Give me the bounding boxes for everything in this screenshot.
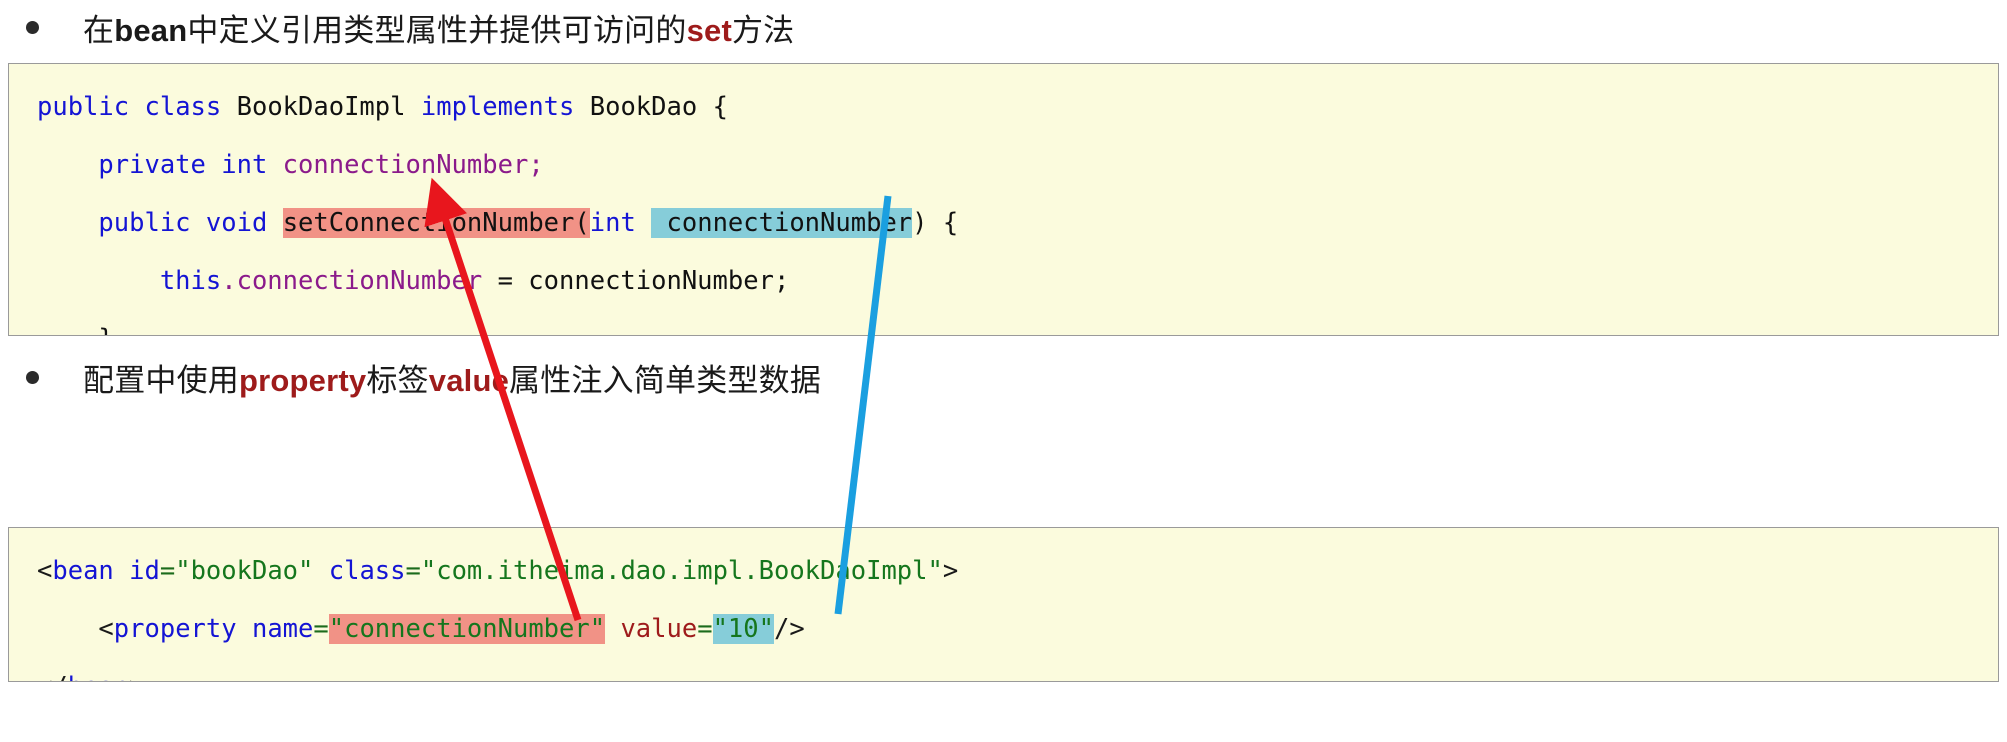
bullet-1-keyword-set: set	[686, 13, 732, 48]
java-line-5: }	[9, 310, 1998, 335]
bullet-2-keyword-property: property	[239, 363, 367, 398]
java-line-3: public void setConnectionNumber(int conn…	[9, 194, 1998, 252]
token-eq: =	[405, 556, 421, 586]
highlight-setter-name: setConnectionNumber(	[282, 208, 590, 238]
token-attr-value: value	[620, 614, 698, 644]
bullet-2-text: 配置中使用property标签value属性注入简单类型数据	[83, 355, 821, 400]
bullet-item-1: 在bean中定义引用类型属性并提供可访问的set方法	[26, 5, 794, 50]
token-void: void	[205, 208, 268, 238]
token-brace-close-inner: }	[37, 324, 113, 335]
xml-line-2: <property name="connectionNumber" value=…	[9, 600, 1998, 658]
bullet-1-part-0: 在	[83, 13, 115, 48]
bullet-1-part-1: bean	[114, 13, 188, 48]
java-line-4: this.connectionNumber = connectionNumber…	[9, 252, 1998, 310]
token-implements: implements	[420, 92, 575, 122]
bullet-dot-icon	[26, 371, 39, 384]
token-BookDaoImpl: BookDaoImpl	[236, 92, 406, 122]
token-angle-close: >	[942, 556, 959, 586]
token-angle-open: <	[37, 672, 52, 681]
bullet-1-part-2: 中定义引用类型属性并提供可访问的	[187, 13, 687, 48]
token-this: this	[159, 266, 222, 296]
java-line-2: private int connectionNumber;	[9, 136, 1998, 194]
token-public: public	[37, 92, 130, 122]
bullet-1-part-4: 方法	[731, 13, 795, 48]
token-attr-id: id	[129, 556, 160, 586]
token-attr-class: class	[328, 556, 406, 586]
token-eq: =	[313, 614, 329, 644]
token-int: int	[221, 150, 268, 180]
token-private: private	[98, 150, 206, 180]
bullet-1-text: 在bean中定义引用类型属性并提供可访问的set方法	[83, 5, 794, 50]
bullet-2-part-0: 配置中使用	[83, 363, 239, 398]
token-eq: =	[159, 556, 176, 586]
token-field-connectionNumber: connectionNumber	[282, 150, 529, 180]
token-eq: =	[697, 614, 713, 644]
xml-code-block: <bean id="bookDao" class="com.itheima.da…	[8, 527, 1999, 682]
highlight-setter-param: connectionNumber	[651, 208, 913, 238]
xml-line-3: </bean>	[9, 658, 1998, 681]
token-slash: /	[52, 672, 67, 681]
bullet-dot-icon	[26, 21, 39, 34]
token-value-bookDao: "bookDao"	[175, 556, 314, 586]
token-value-classname: "com.itheima.dao.impl.BookDaoImpl"	[420, 556, 943, 586]
token-BookDao: BookDao	[589, 92, 698, 122]
token-field-access: .connectionNumber	[221, 266, 483, 296]
highlight-property-name-value: "connectionNumber"	[328, 614, 606, 644]
token-selfclose: />	[774, 614, 805, 644]
token-tag-bean-close: bean	[68, 672, 129, 681]
token-tag-property: property	[113, 614, 237, 644]
token-public: public	[98, 208, 191, 238]
token-angle-open: <	[98, 614, 114, 644]
token-class: class	[144, 92, 222, 122]
bullet-2-part-4: 属性注入简单类型数据	[509, 363, 822, 398]
token-assignment: = connectionNumber;	[482, 266, 790, 296]
java-line-1: public class BookDaoImpl implements Book…	[9, 78, 1998, 136]
token-paren-close-brace: ) {	[912, 208, 959, 238]
xml-line-1: <bean id="bookDao" class="com.itheima.da…	[9, 542, 1998, 600]
token-brace-open: {	[697, 92, 728, 122]
token-int: int	[589, 208, 636, 238]
token-angle-close: >	[129, 672, 144, 681]
bullet-2-keyword-value: value	[428, 363, 510, 398]
token-semicolon: ;	[528, 150, 544, 180]
bullet-item-2: 配置中使用property标签value属性注入简单类型数据	[26, 355, 821, 400]
token-angle-open: <	[37, 556, 53, 586]
token-attr-name: name	[251, 614, 314, 644]
token-tag-bean: bean	[52, 556, 114, 586]
bullet-2-part-2: 标签	[366, 363, 429, 398]
highlight-property-value-10: "10"	[712, 614, 774, 644]
slide-page: 在bean中定义引用类型属性并提供可访问的set方法 public class …	[0, 0, 2007, 742]
java-code-block: public class BookDaoImpl implements Book…	[8, 63, 1999, 336]
